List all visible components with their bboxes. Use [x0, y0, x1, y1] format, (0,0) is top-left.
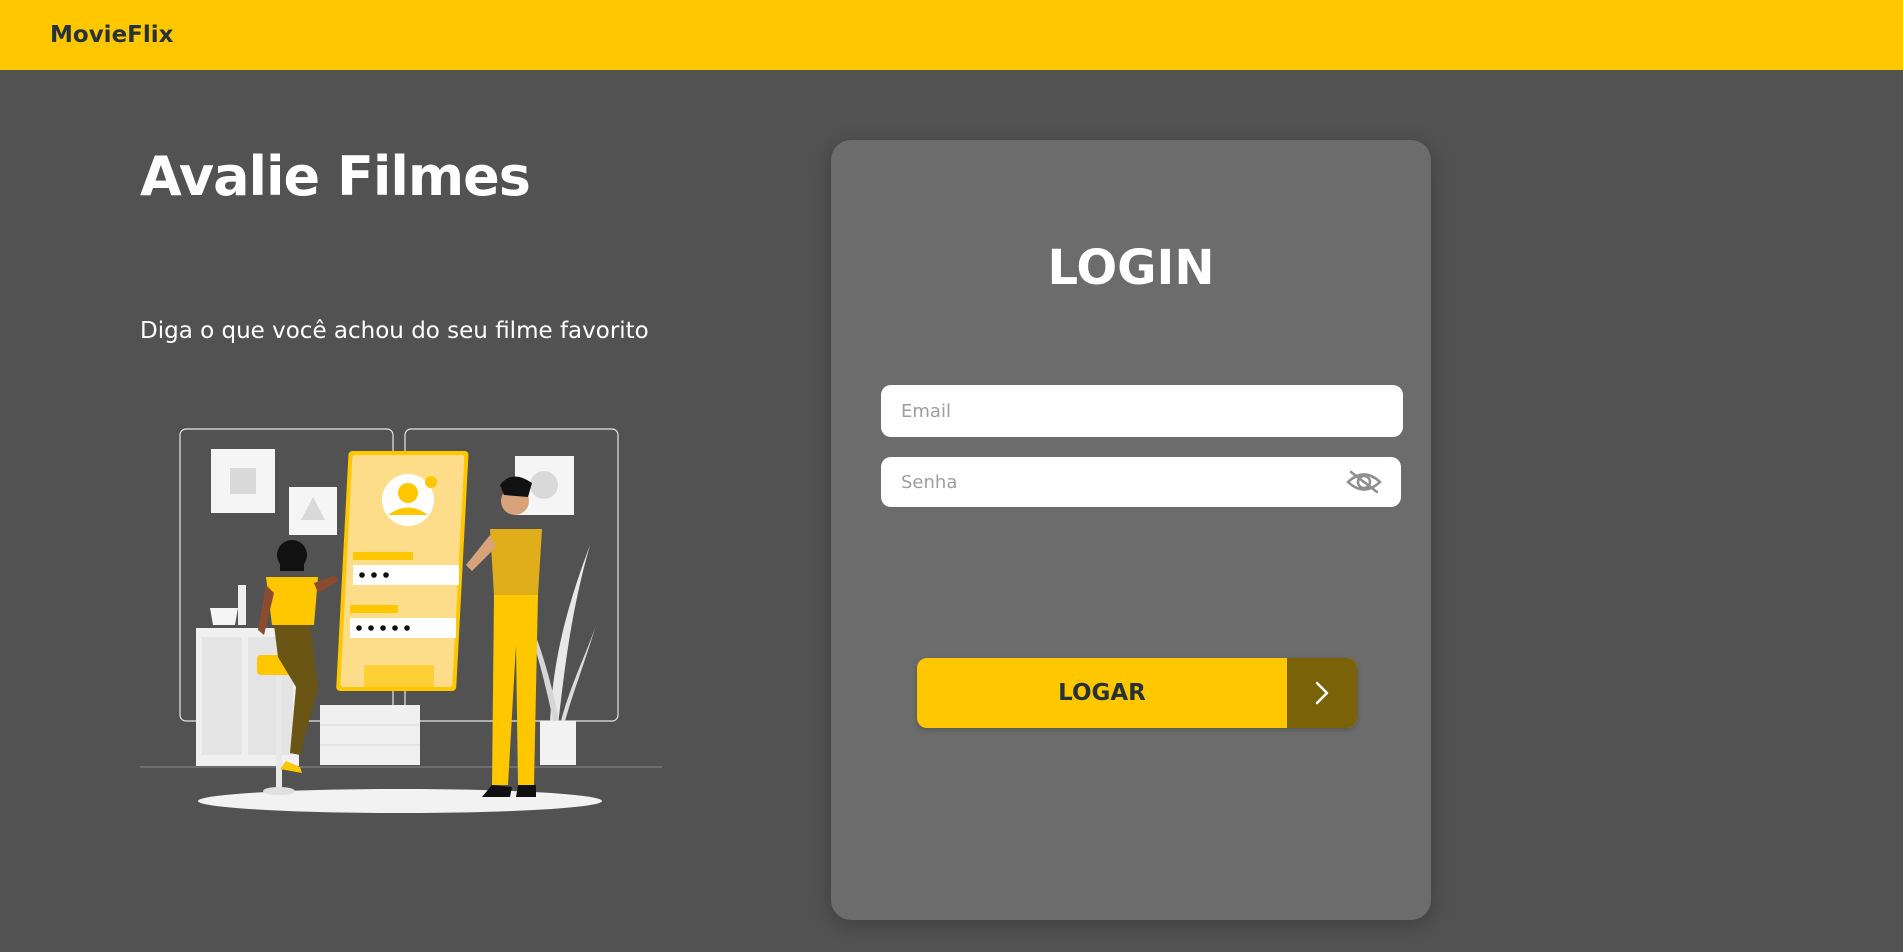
chevron-right-icon — [1287, 658, 1357, 728]
login-button-label: LOGAR — [1058, 680, 1146, 706]
login-card: LOGIN LOGAR — [831, 140, 1431, 920]
eye-slash-icon[interactable] — [1345, 467, 1383, 497]
brand-logo[interactable]: MovieFlix — [50, 22, 173, 48]
login-title: LOGIN — [1047, 240, 1215, 296]
password-input[interactable] — [881, 457, 1401, 507]
email-field-wrapper — [881, 385, 1403, 437]
hero-title: Avalie Filmes — [140, 145, 531, 208]
login-illustration — [140, 425, 662, 817]
password-field-wrapper — [881, 457, 1401, 507]
hero-subtitle: Diga o que você achou do seu filme favor… — [140, 318, 649, 344]
login-submit-button[interactable]: LOGAR — [917, 658, 1357, 728]
navbar: MovieFlix — [0, 0, 1903, 70]
email-input[interactable] — [881, 385, 1403, 437]
